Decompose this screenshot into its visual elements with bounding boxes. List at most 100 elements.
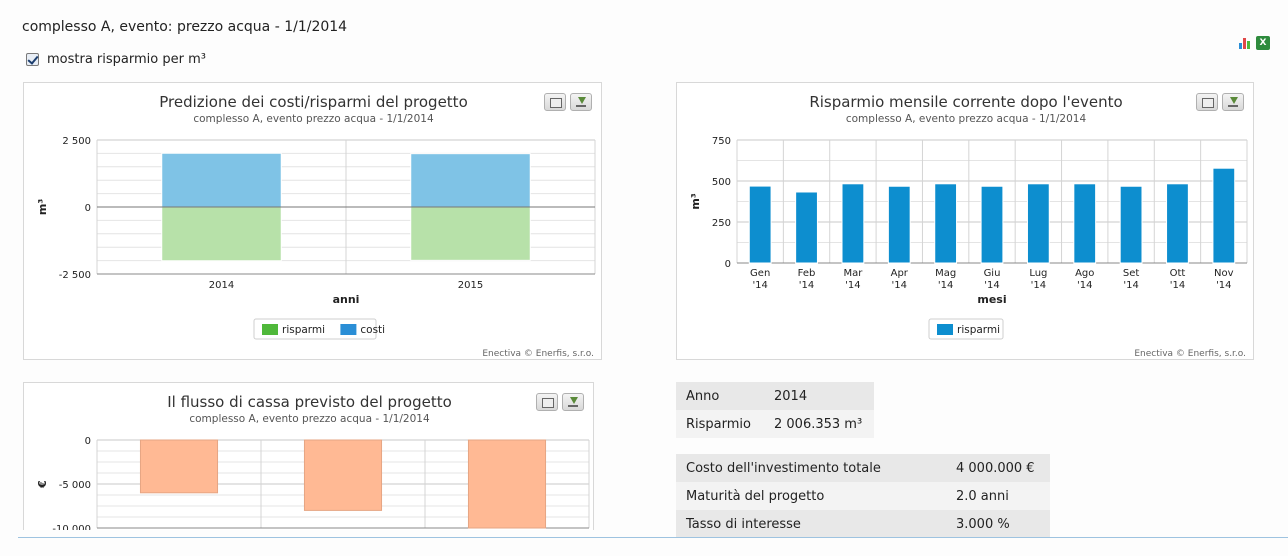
x-tick-label: '14: [752, 280, 767, 291]
x-tick-label: Mag: [935, 268, 956, 279]
y-tick-label: 0: [85, 203, 91, 214]
table-row: Costo dell'investimento totale 4 000.000…: [676, 454, 1050, 482]
x-tick-label: '14: [984, 280, 999, 291]
x-tick-label: Giu: [984, 268, 1001, 279]
show-savings-per-m3-toggle[interactable]: mostra risparmio per m³: [26, 52, 206, 67]
legend-swatch: [937, 324, 953, 335]
bar: [748, 185, 772, 264]
y-axis-label: €: [36, 480, 49, 489]
excel-icon[interactable]: X: [1256, 36, 1270, 50]
x-tick-label: Set: [1123, 268, 1140, 279]
x-axis-label: anni: [333, 293, 360, 306]
x-tick-label: Nov: [1214, 268, 1234, 279]
x-tick-label: '14: [1031, 280, 1046, 291]
bar: [795, 191, 818, 264]
x-tick-label: Lug: [1029, 268, 1047, 279]
x-tick-label: Ago: [1075, 268, 1094, 279]
bar: [303, 439, 383, 511]
chart-title: Predizione dei costi/risparmi del proget…: [159, 93, 468, 111]
chart-subtitle: complesso A, evento prezzo acqua - 1/1/2…: [193, 113, 434, 125]
checkbox-label: mostra risparmio per m³: [47, 52, 206, 67]
cost-savings-prediction-chart: Predizione dei costi/risparmi del proget…: [23, 82, 602, 360]
bar: [1026, 183, 1050, 264]
x-axis-label: mesi: [977, 293, 1006, 306]
y-tick-label: -10 000: [52, 524, 91, 530]
y-axis-label: m³: [36, 199, 49, 215]
bar: [980, 185, 1004, 264]
x-tick-label: Apr: [891, 268, 909, 279]
legend-label: costi: [360, 324, 385, 336]
print-icon[interactable]: [1196, 93, 1218, 111]
y-tick-label: 2 500: [62, 136, 91, 147]
legend-swatch: [262, 324, 278, 335]
bar: [1212, 167, 1236, 264]
investment-value: 2.0 anni: [946, 482, 1050, 510]
download-icon[interactable]: [1222, 93, 1244, 111]
x-tick-label: Feb: [798, 268, 816, 279]
investment-label: Tasso di interesse: [676, 510, 946, 538]
x-tick-label: 2014: [209, 280, 234, 291]
chart-title: Il flusso di cassa previsto del progetto: [167, 393, 452, 411]
bar: [161, 206, 282, 262]
cost-savings-chart-svg: Predizione dei costi/risparmi del proget…: [36, 93, 596, 359]
investment-table: Costo dell'investimento totale 4 000.000…: [676, 454, 1050, 538]
x-tick-label: '14: [799, 280, 814, 291]
page-title: complesso A, evento: prezzo acqua - 1/1/…: [22, 19, 348, 35]
summary-value: 2 006.353 m³: [764, 410, 874, 438]
y-tick-label: 0: [85, 436, 91, 447]
summary-table: Anno 2014 Risparmio 2 006.353 m³: [676, 382, 874, 438]
investment-label: Maturità del progetto: [676, 482, 946, 510]
investment-value: 3.000 %: [946, 510, 1050, 538]
investment-label: Costo dell'investimento totale: [676, 454, 946, 482]
summary-value: 2014: [764, 382, 874, 410]
download-icon[interactable]: [570, 93, 592, 111]
investment-value: 4 000.000 €: [946, 454, 1050, 482]
chart-subtitle: complesso A, evento prezzo acqua - 1/1/2…: [189, 413, 430, 425]
x-tick-label: Ott: [1170, 268, 1186, 279]
chart-title: Risparmio mensile corrente dopo l'evento: [809, 93, 1122, 111]
bar: [139, 439, 219, 494]
legend-swatch: [340, 324, 357, 335]
bar: [410, 206, 531, 261]
cash-flow-chart: Il flusso di cassa previsto del progetto…: [23, 382, 594, 530]
y-tick-label: -2 500: [59, 270, 91, 281]
x-tick-label: '14: [1216, 280, 1231, 291]
bar-chart-icon[interactable]: [1238, 36, 1252, 50]
table-row: Maturità del progetto 2.0 anni: [676, 482, 1050, 510]
bar: [887, 185, 911, 264]
summary-label: Risparmio: [676, 410, 764, 438]
checkbox[interactable]: [26, 53, 39, 66]
x-tick-label: '14: [845, 280, 860, 291]
chart-subtitle: complesso A, evento prezzo acqua - 1/1/2…: [846, 113, 1087, 125]
x-tick-label: Mar: [843, 268, 863, 279]
credit-text: Enectiva © Enerfis, s.r.o.: [1134, 349, 1246, 359]
legend-label: risparmi: [282, 324, 325, 336]
cash-flow-chart-svg: Il flusso di cassa previsto del progetto…: [36, 393, 590, 530]
y-tick-label: 750: [712, 136, 731, 147]
x-tick-label: 2015: [458, 280, 483, 291]
x-tick-label: '14: [1077, 280, 1092, 291]
bar: [410, 153, 531, 208]
monthly-savings-chart: Risparmio mensile corrente dopo l'evento…: [676, 82, 1254, 360]
download-icon[interactable]: [562, 393, 584, 411]
y-tick-label: 500: [712, 177, 731, 188]
bar: [161, 152, 282, 208]
x-tick-label: '14: [938, 280, 953, 291]
bar: [1166, 183, 1189, 264]
divider: [18, 537, 1288, 538]
bar: [934, 183, 958, 264]
x-tick-label: Gen: [750, 268, 770, 279]
y-tick-label: -5 000: [59, 480, 91, 491]
legend-label: risparmi: [957, 324, 1000, 336]
bar: [467, 439, 547, 529]
bar: [1119, 185, 1143, 264]
table-row: Tasso di interesse 3.000 %: [676, 510, 1050, 538]
bar: [1073, 183, 1097, 264]
y-tick-label: 0: [725, 259, 731, 270]
bar: [841, 183, 865, 264]
table-row: Risparmio 2 006.353 m³: [676, 410, 874, 438]
x-tick-label: '14: [1123, 280, 1138, 291]
print-icon[interactable]: [544, 93, 566, 111]
x-tick-label: '14: [892, 280, 907, 291]
print-icon[interactable]: [536, 393, 558, 411]
